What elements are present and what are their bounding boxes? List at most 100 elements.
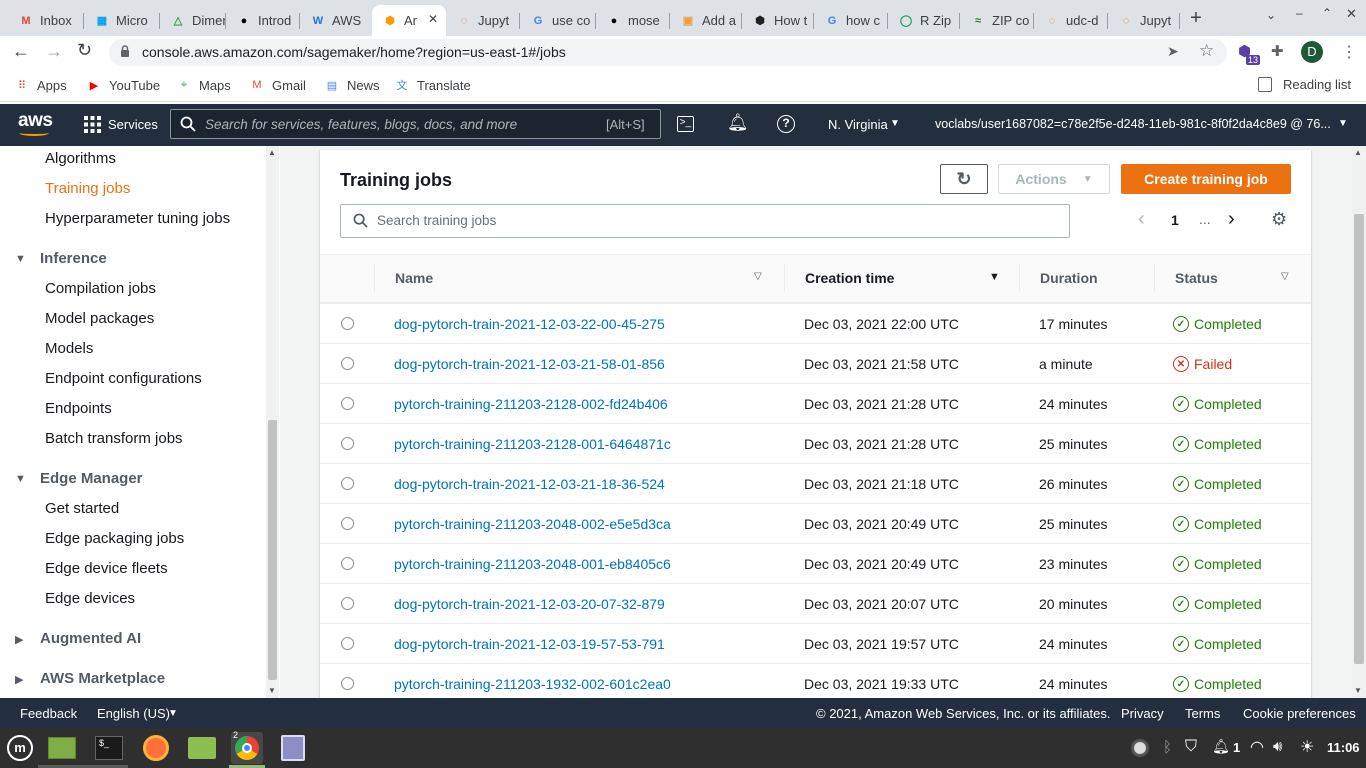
- services-grid-icon[interactable]: [84, 116, 101, 133]
- sidebar-section[interactable]: Edge Manager: [40, 470, 143, 487]
- main-scroll-thumb[interactable]: [1354, 214, 1364, 664]
- reload-icon[interactable]: ↻: [77, 40, 92, 61]
- sidebar-item[interactable]: Model packages: [45, 310, 154, 327]
- terms-link[interactable]: Terms: [1185, 706, 1220, 721]
- next-page-icon[interactable]: ›: [1228, 208, 1235, 231]
- sidebar-scroll-down-icon[interactable]: ▼: [268, 686, 276, 695]
- account-menu[interactable]: voclabs/user1687082=c78e2f5e-d248-11eb-9…: [935, 117, 1331, 131]
- back-icon[interactable]: ←: [12, 41, 30, 62]
- vpn-icon[interactable]: [1131, 739, 1149, 757]
- sort-icon[interactable]: ▽: [1281, 271, 1289, 282]
- bell-icon[interactable]: 🔔︎: [727, 113, 749, 133]
- job-name-link[interactable]: dog-pytorch-train-2021-12-03-19-57-53-79…: [394, 636, 665, 652]
- bluetooth-icon[interactable]: ᛒ: [1163, 739, 1172, 756]
- minimize-icon[interactable]: –: [1296, 6, 1303, 20]
- browser-tab[interactable]: ● mose: [596, 5, 670, 36]
- job-name-link[interactable]: pytorch-training-211203-1932-002-601c2ea…: [394, 676, 671, 692]
- browser-tab[interactable]: ⬢ Ar ✕: [372, 5, 446, 36]
- terminal-icon[interactable]: $_: [93, 732, 125, 764]
- browser-tab[interactable]: W AWS: [300, 5, 372, 36]
- browser-tab[interactable]: ◌ Jupyt: [446, 5, 520, 36]
- bookmark-translate[interactable]: 文 Translate: [394, 77, 471, 93]
- row-radio[interactable]: [341, 557, 354, 570]
- puzzle-icon[interactable]: ✚: [1271, 42, 1284, 60]
- sort-desc-icon[interactable]: ▼: [989, 271, 1000, 283]
- row-radio[interactable]: [341, 517, 354, 530]
- caret-down-icon[interactable]: ▼: [15, 473, 26, 485]
- clock[interactable]: 11:06: [1327, 740, 1360, 755]
- job-name-link[interactable]: dog-pytorch-train-2021-12-03-21-18-36-52…: [394, 476, 665, 492]
- browser-tab[interactable]: Ghow c: [814, 5, 888, 36]
- close-tab-icon[interactable]: ✕: [428, 12, 438, 26]
- language-selector[interactable]: English (US): [97, 706, 170, 721]
- sidebar-item[interactable]: Hyperparameter tuning jobs: [45, 210, 230, 227]
- job-name-link[interactable]: dog-pytorch-train-2021-12-03-21-58-01-85…: [394, 356, 665, 372]
- bookmark-maps[interactable]: ⌖ Maps: [176, 77, 231, 93]
- reading-list-link[interactable]: Reading list: [1283, 77, 1351, 92]
- job-name-link[interactable]: pytorch-training-211203-2048-002-e5e5d3c…: [394, 516, 671, 532]
- browser-tab[interactable]: △ Dimer: [160, 5, 226, 36]
- sidebar-item[interactable]: Edge packaging jobs: [45, 530, 184, 547]
- sidebar-item[interactable]: Endpoints: [45, 400, 112, 417]
- settings-gear-icon[interactable]: ⚙: [1271, 209, 1287, 230]
- menu-icon[interactable]: ⋮: [1341, 42, 1357, 62]
- job-name-link[interactable]: dog-pytorch-train-2021-12-03-20-07-32-87…: [394, 596, 665, 612]
- column-name-header[interactable]: Name: [395, 270, 433, 286]
- sidebar-item[interactable]: Endpoint configurations: [45, 370, 202, 387]
- browser-tab[interactable]: ▣ Add a: [670, 5, 742, 36]
- forward-icon[interactable]: →: [45, 41, 63, 62]
- browser-tab[interactable]: ◌ udc-d: [1034, 5, 1108, 36]
- avatar[interactable]: D: [1301, 41, 1323, 63]
- browser-tab[interactable]: ▦ Micro: [84, 5, 160, 36]
- sidebar-section[interactable]: Inference: [40, 250, 107, 267]
- caret-right-icon[interactable]: ▶: [15, 633, 23, 646]
- create-training-job-button[interactable]: Create training job: [1121, 164, 1291, 194]
- bookmark-star-icon[interactable]: ☆: [1199, 41, 1214, 61]
- bookmark-gmail[interactable]: M Gmail: [249, 77, 306, 93]
- services-button[interactable]: Services: [108, 117, 158, 132]
- prev-page-icon[interactable]: ‹: [1138, 208, 1145, 231]
- sidebar-scroll-thumb[interactable]: [268, 420, 277, 680]
- send-icon[interactable]: ➤: [1167, 43, 1179, 60]
- feedback-link[interactable]: Feedback: [20, 706, 77, 721]
- row-radio[interactable]: [341, 477, 354, 490]
- cloudshell-icon[interactable]: >_: [677, 116, 694, 132]
- brightness-icon[interactable]: ☀: [1300, 737, 1314, 757]
- tab-search-icon[interactable]: ⌄: [1266, 8, 1276, 22]
- browser-tab[interactable]: ● Introd: [226, 5, 300, 36]
- row-radio[interactable]: [341, 597, 354, 610]
- caret-right-icon[interactable]: ▶: [15, 673, 23, 686]
- caret-down-icon[interactable]: ▼: [15, 253, 26, 265]
- sidebar-section[interactable]: AWS Marketplace: [40, 670, 165, 687]
- job-name-link[interactable]: pytorch-training-211203-2128-002-fd24b40…: [394, 396, 668, 412]
- sidebar-item[interactable]: Edge devices: [45, 590, 135, 607]
- sidebar-item[interactable]: Training jobs: [45, 180, 130, 197]
- sidebar-item[interactable]: Compilation jobs: [45, 280, 156, 297]
- actions-button[interactable]: Actions ▼: [998, 164, 1110, 194]
- browser-tab[interactable]: ≈ ZIP co: [960, 5, 1034, 36]
- column-status-header[interactable]: Status: [1175, 270, 1218, 286]
- region-selector[interactable]: N. Virginia: [828, 117, 888, 132]
- sidebar-scroll-up-icon[interactable]: ▲: [268, 148, 276, 157]
- browser-tab[interactable]: ⬢ How t: [742, 5, 814, 36]
- sidebar-section[interactable]: Augmented AI: [40, 630, 141, 647]
- mint-menu-icon[interactable]: m: [4, 732, 36, 764]
- sidebar-item[interactable]: Models: [45, 340, 93, 357]
- sidebar-item[interactable]: Get started: [45, 500, 119, 517]
- refresh-button[interactable]: ↻: [940, 164, 988, 194]
- privacy-link[interactable]: Privacy: [1121, 706, 1164, 721]
- main-scroll-down-icon[interactable]: ▼: [1354, 686, 1362, 695]
- bookmark-youtube[interactable]: ▶ YouTube: [86, 77, 160, 93]
- row-radio[interactable]: [341, 397, 354, 410]
- aws-logo[interactable]: aws: [18, 110, 53, 132]
- sort-icon[interactable]: ▽: [754, 271, 762, 282]
- row-radio[interactable]: [341, 637, 354, 650]
- files-icon[interactable]: [186, 732, 218, 764]
- wifi-icon[interactable]: ◠: [1250, 737, 1264, 757]
- page-number[interactable]: 1: [1171, 212, 1179, 228]
- shield-icon[interactable]: ⛉: [1185, 738, 1197, 756]
- volume-icon[interactable]: [1252, 738, 1253, 739]
- column-creation-header[interactable]: Creation time: [805, 270, 894, 286]
- show-desktop-icon[interactable]: [46, 732, 78, 764]
- sidebar-item[interactable]: Edge device fleets: [45, 560, 168, 577]
